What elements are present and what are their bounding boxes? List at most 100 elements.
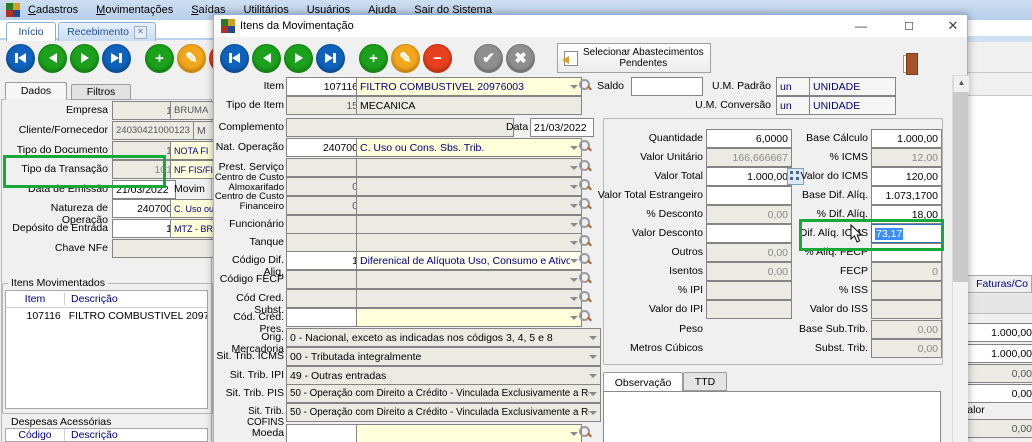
funcionario-code-field[interactable]: [286, 215, 362, 234]
prest-servico-desc-field[interactable]: [356, 158, 582, 177]
tab-filtros[interactable]: Filtros: [71, 84, 131, 100]
codigo-fecp-code-field[interactable]: [286, 270, 362, 289]
dlg-add-button[interactable]: +: [359, 44, 388, 73]
funcionario-search-icon[interactable]: [579, 217, 592, 230]
chevron-down-icon[interactable]: [570, 146, 578, 150]
sit-trib-pis-combo[interactable]: 50 - Operação com Direito a Crédito - Vi…: [286, 384, 601, 403]
chevron-down-icon[interactable]: [570, 185, 578, 189]
dlg-nav-prev-button[interactable]: [252, 44, 281, 73]
codigo-dif-aliq-desc-field[interactable]: Diferenical de Alíquota Uso, Consumo e A…: [356, 251, 582, 270]
scrollbar-thumb[interactable]: [953, 92, 968, 282]
cc-financeiro-search-icon[interactable]: [579, 198, 592, 211]
col-item[interactable]: Item: [6, 293, 64, 305]
cc-almoxarifado-search-icon[interactable]: [579, 179, 592, 192]
cc-almoxarifado-code-field[interactable]: 0: [286, 177, 362, 196]
chevron-down-icon[interactable]: [570, 316, 578, 320]
chevron-down-icon[interactable]: [570, 297, 578, 301]
item-search-icon[interactable]: [579, 79, 592, 92]
dlg-delete-button[interactable]: −: [423, 44, 452, 73]
prest-servico-search-icon[interactable]: [579, 160, 592, 173]
col-descricao[interactable]: Descrição: [64, 293, 118, 305]
dif-aliq-icms-field[interactable]: 73,17: [871, 224, 942, 243]
cod-cred-pres-desc-field[interactable]: [356, 308, 582, 327]
item-code-field[interactable]: 107116: [286, 77, 362, 96]
dlg-edit-button[interactable]: ✎: [391, 44, 420, 73]
chave-nfe-field[interactable]: [112, 239, 220, 258]
close-button[interactable]: ✕: [936, 15, 970, 37]
tab-close-icon[interactable]: ✕: [134, 26, 147, 39]
cc-financeiro-code-field[interactable]: 0: [286, 196, 362, 215]
sit-trib-icms-combo[interactable]: 00 - Tributada integralmente: [286, 347, 601, 366]
tipo-transacao-code-field[interactable]: 101: [112, 160, 176, 179]
dialog-titlebar[interactable]: Itens da Movimentação — ☐ ✕: [214, 15, 967, 37]
tab-recebimento[interactable]: Recebimento ✕: [58, 22, 156, 41]
prest-servico-code-field[interactable]: [286, 158, 362, 177]
maximize-button[interactable]: ☐: [892, 15, 926, 37]
moeda-code-field[interactable]: [286, 424, 362, 442]
chevron-down-icon[interactable]: [570, 278, 578, 282]
cod-cred-pres-search-icon[interactable]: [579, 310, 592, 323]
chevron-down-icon[interactable]: [570, 166, 578, 170]
dlg-nav-last-button[interactable]: [316, 44, 345, 73]
menu-cadastros[interactable]: Cadastros: [28, 4, 78, 16]
data-emissao-field[interactable]: 21/03/2022: [112, 180, 176, 199]
deposito-code-field[interactable]: 1: [112, 219, 176, 238]
base-calculo-field[interactable]: 1.000,00: [871, 129, 942, 148]
observacao-textarea[interactable]: [603, 391, 941, 442]
edit-button[interactable]: ✎: [177, 44, 206, 73]
cc-almoxarifado-desc-field[interactable]: [356, 177, 582, 196]
complemento-field[interactable]: [286, 118, 514, 137]
valor-field[interactable]: 0,00: [966, 419, 1032, 438]
dlg-confirm-button[interactable]: ✔: [474, 44, 503, 73]
faturas-field-1[interactable]: 1.000,00: [966, 323, 1032, 342]
funcionario-desc-field[interactable]: [356, 215, 582, 234]
col-descricao2[interactable]: Descrição: [64, 429, 118, 441]
orig-mercadoria-combo[interactable]: 0 - Nacional, exceto as indicadas nos có…: [286, 328, 601, 347]
minimize-button[interactable]: —: [844, 15, 878, 37]
tipo-documento-code-field[interactable]: 1: [112, 141, 176, 160]
menu-movimentacoes[interactable]: Movimentações: [96, 4, 173, 16]
chevron-down-icon[interactable]: [570, 85, 578, 89]
nav-last-button[interactable]: [102, 44, 131, 73]
nav-prev-button[interactable]: [38, 44, 67, 73]
add-button[interactable]: +: [145, 44, 174, 73]
tab-inicio[interactable]: Início: [6, 22, 56, 41]
cliente-code-field[interactable]: 24030421000123: [112, 121, 199, 140]
selecionar-abastecimentos-button[interactable]: Selecionar Abastecimentos Pendentes: [557, 43, 711, 73]
tipo-item-desc-field[interactable]: MECANICA: [356, 96, 582, 115]
item-desc-field[interactable]: FILTRO COMBUSTIVEL 20976003: [356, 77, 582, 96]
sit-trib-ipi-combo[interactable]: 49 - Outras entradas: [286, 366, 601, 385]
tipo-item-code-field[interactable]: 15: [286, 96, 362, 115]
nav-first-button[interactable]: [6, 44, 35, 73]
dlg-nav-next-button[interactable]: [284, 44, 313, 73]
sit-trib-cofins-combo[interactable]: 50 - Operação com Direito a Crédito - Vi…: [286, 403, 601, 422]
codigo-dif-aliq-code-field[interactable]: 1: [286, 251, 362, 270]
data-field[interactable]: 21/03/2022: [530, 118, 594, 137]
faturas-field-2[interactable]: 1.000,00: [966, 344, 1032, 363]
tanque-desc-field[interactable]: [356, 233, 582, 252]
perc-dif-aliq-field[interactable]: 18,00: [871, 205, 942, 224]
natureza-code-field[interactable]: 240700: [112, 199, 176, 218]
faturas-field-4[interactable]: 0,00: [966, 384, 1032, 403]
codigo-dif-aliq-search-icon[interactable]: [579, 253, 592, 266]
dialog-scrollbar[interactable]: ▲: [952, 75, 968, 442]
perc-aliq-fecp-field[interactable]: [871, 243, 942, 262]
codigo-fecp-search-icon[interactable]: [579, 272, 592, 285]
chevron-down-icon[interactable]: [589, 411, 597, 415]
chevron-down-icon[interactable]: [570, 223, 578, 227]
chevron-down-icon[interactable]: [589, 392, 597, 396]
chevron-down-icon[interactable]: [570, 432, 578, 436]
chevron-down-icon[interactable]: [589, 374, 597, 378]
scrollbar-up-arrow[interactable]: ▲: [953, 75, 970, 93]
nat-operacao-search-icon[interactable]: [579, 140, 592, 153]
col-codigo[interactable]: Código: [6, 429, 64, 441]
empresa-code-field[interactable]: 1: [112, 101, 176, 120]
tab-dados[interactable]: Dados: [5, 82, 67, 100]
cod-cred-pres-code-field[interactable]: [286, 308, 362, 327]
tanque-code-field[interactable]: [286, 233, 362, 252]
exit-door-icon[interactable]: [902, 53, 918, 73]
dlg-cancel-button[interactable]: ✖: [506, 44, 535, 73]
cc-financeiro-desc-field[interactable]: [356, 196, 582, 215]
moeda-desc-field[interactable]: [356, 424, 582, 442]
dlg-nav-first-button[interactable]: [220, 44, 249, 73]
